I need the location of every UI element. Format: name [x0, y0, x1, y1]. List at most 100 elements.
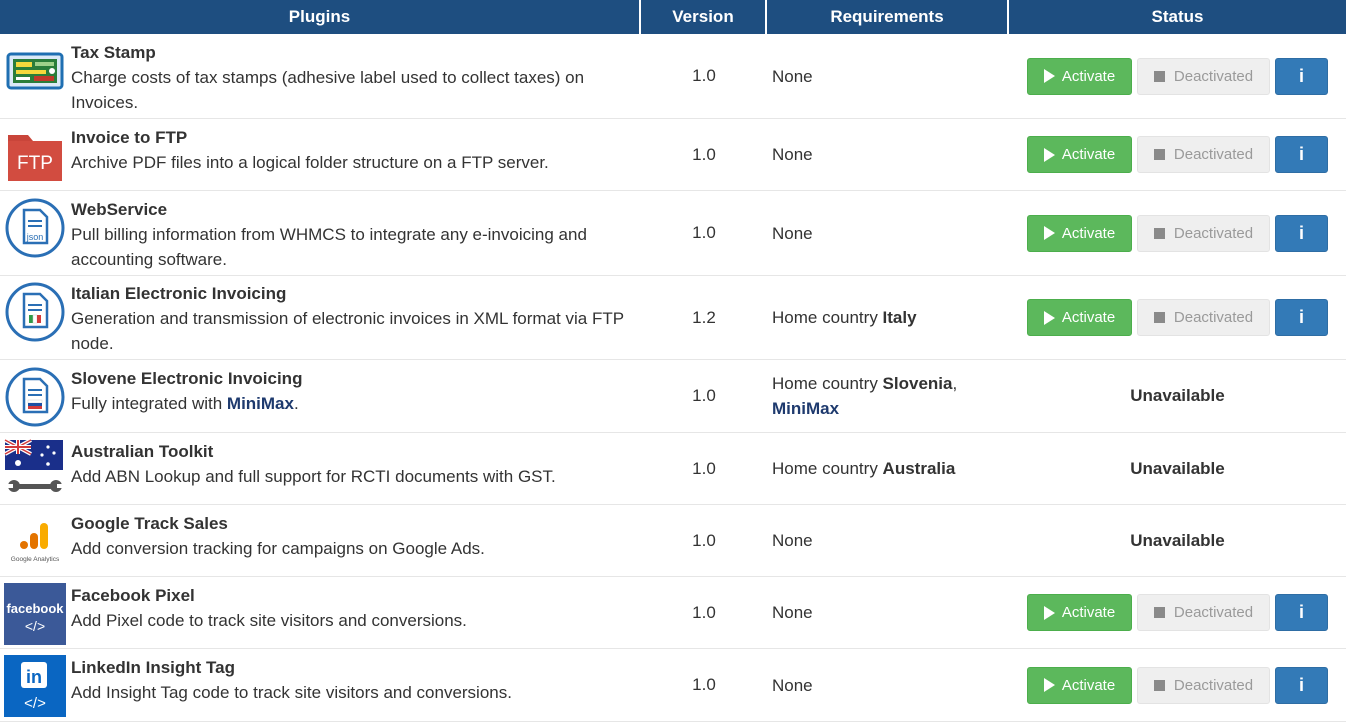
plugin-name: Facebook Pixel — [71, 585, 195, 605]
plugin-cell: Slovene Electronic Invoicing Fully integ… — [0, 360, 641, 433]
json-document-icon: json — [4, 197, 66, 259]
version-cell: 1.0 — [641, 34, 767, 119]
deactivated-button[interactable]: Deactivated — [1137, 299, 1270, 336]
stop-icon — [1153, 149, 1165, 160]
requirements-cell: None — [767, 191, 1009, 276]
requirements-cell: Home country Slovenia, MiniMax — [767, 360, 1009, 433]
stop-icon — [1153, 607, 1165, 618]
australia-wrench-icon — [4, 438, 66, 501]
req-country: Slovenia — [882, 374, 953, 393]
plugins-table: Plugins Version Requirements Status Tax … — [0, 0, 1346, 722]
deactivated-button[interactable]: Deactivated — [1137, 666, 1270, 704]
play-icon — [1043, 69, 1055, 83]
req-separator: , — [952, 374, 958, 393]
activate-label: Activate — [1061, 67, 1116, 85]
version-cell: 1.0 — [641, 360, 767, 433]
play-icon — [1043, 678, 1055, 692]
plugin-description: Add Pixel code to track site visitors an… — [71, 610, 467, 630]
requirements-cell: Home country Italy — [767, 276, 1009, 360]
deactivated-label: Deactivated — [1173, 146, 1254, 163]
table-row: json WebService Pull billing information… — [0, 191, 1346, 276]
activate-button[interactable]: Activate — [1027, 57, 1132, 95]
header-requirements: Requirements — [767, 0, 1009, 34]
linkedin-icon-text: in — [26, 667, 42, 687]
play-icon — [1043, 147, 1055, 162]
deactivated-label: Deactivated — [1173, 676, 1254, 694]
table-row: Slovene Electronic Invoicing Fully integ… — [0, 360, 1346, 433]
header-plugins: Plugins — [0, 0, 641, 34]
status-cell: Unavailable — [1009, 360, 1346, 433]
version-cell: 1.2 — [641, 276, 767, 360]
status-cell: Activate Deactivated i — [1009, 276, 1346, 360]
info-button[interactable]: i — [1275, 136, 1328, 173]
req-minimax-link[interactable]: MiniMax — [772, 399, 839, 418]
info-button[interactable]: i — [1275, 299, 1328, 336]
unavailable-label: Unavailable — [1130, 386, 1225, 405]
plugin-name: Australian Toolkit — [71, 441, 214, 461]
minimax-link[interactable]: MiniMax — [227, 394, 294, 413]
plugin-name: Google Track Sales — [71, 513, 228, 533]
req-prefix: Home country — [772, 308, 883, 327]
req-country: Australia — [882, 459, 956, 478]
plugin-description: Add ABN Lookup and full support for RCTI… — [71, 466, 556, 486]
header-status: Status — [1009, 0, 1346, 34]
plugin-cell: Google Analytics Google Track Sales Add … — [0, 505, 641, 577]
activate-button[interactable]: Activate — [1027, 666, 1132, 704]
info-icon: i — [1298, 674, 1304, 695]
table-header-row: Plugins Version Requirements Status — [0, 0, 1346, 34]
req-prefix: Home country — [772, 374, 883, 393]
info-button[interactable]: i — [1275, 214, 1328, 252]
status-cell: Activate Deactivated i — [1009, 34, 1346, 119]
activate-button[interactable]: Activate — [1027, 594, 1132, 631]
deactivated-label: Deactivated — [1173, 604, 1254, 621]
req-country: Italy — [882, 308, 917, 327]
plugin-description: Pull billing information from WHMCS to i… — [71, 224, 587, 269]
plugin-name: Tax Stamp — [71, 42, 156, 62]
version-cell: 1.0 — [641, 649, 767, 722]
activate-label: Activate — [1061, 676, 1116, 694]
plugin-cell: Tax Stamp Charge costs of tax stamps (ad… — [0, 34, 641, 119]
activate-button[interactable]: Activate — [1027, 136, 1132, 173]
table-row: Tax Stamp Charge costs of tax stamps (ad… — [0, 34, 1346, 119]
code-icon-text: </> — [24, 695, 46, 712]
activate-label: Activate — [1061, 146, 1116, 163]
description-suffix: . — [293, 394, 299, 413]
deactivated-label: Deactivated — [1173, 67, 1254, 85]
description-prefix: Fully integrated with — [71, 394, 227, 413]
status-cell: Activate Deactivated i — [1009, 649, 1346, 722]
table-row: Google Analytics Google Track Sales Add … — [0, 505, 1346, 577]
stop-icon — [1153, 312, 1165, 323]
req-prefix: Home country — [772, 459, 883, 478]
info-icon: i — [1298, 307, 1304, 327]
version-cell: 1.0 — [641, 433, 767, 505]
info-icon: i — [1298, 144, 1304, 164]
requirements-cell: None — [767, 34, 1009, 119]
deactivated-button[interactable]: Deactivated — [1137, 594, 1270, 631]
requirements-cell: None — [767, 119, 1009, 191]
activate-button[interactable]: Activate — [1027, 299, 1132, 336]
stop-icon — [1153, 227, 1165, 239]
status-cell: Activate Deactivated i — [1009, 119, 1346, 191]
info-icon: i — [1298, 222, 1304, 243]
plugin-cell: facebook </> Facebook Pixel Add Pixel co… — [0, 577, 641, 649]
plugin-name: LinkedIn Insight Tag — [71, 658, 236, 677]
unavailable-label: Unavailable — [1130, 458, 1225, 478]
version-cell: 1.0 — [641, 505, 767, 577]
plugin-description: Charge costs of tax stamps (adhesive lab… — [71, 67, 585, 112]
deactivated-button[interactable]: Deactivated — [1137, 57, 1270, 95]
deactivated-button[interactable]: Deactivated — [1137, 136, 1270, 173]
activate-button[interactable]: Activate — [1027, 214, 1132, 252]
deactivated-label: Deactivated — [1173, 309, 1254, 326]
plugin-cell: json WebService Pull billing information… — [0, 191, 641, 276]
play-icon — [1043, 605, 1055, 620]
deactivated-button[interactable]: Deactivated — [1137, 214, 1270, 252]
info-button[interactable]: i — [1275, 57, 1328, 95]
info-button[interactable]: i — [1275, 666, 1328, 704]
info-button[interactable]: i — [1275, 594, 1328, 631]
plugin-name: WebService — [71, 199, 168, 219]
linkedin-code-icon: in </> — [4, 655, 66, 717]
version-cell: 1.0 — [641, 191, 767, 276]
plugin-description: Add conversion tracking for campaigns on… — [71, 538, 485, 558]
plugin-description: Fully integrated with MiniMax. — [71, 394, 299, 413]
activate-label: Activate — [1061, 309, 1116, 326]
